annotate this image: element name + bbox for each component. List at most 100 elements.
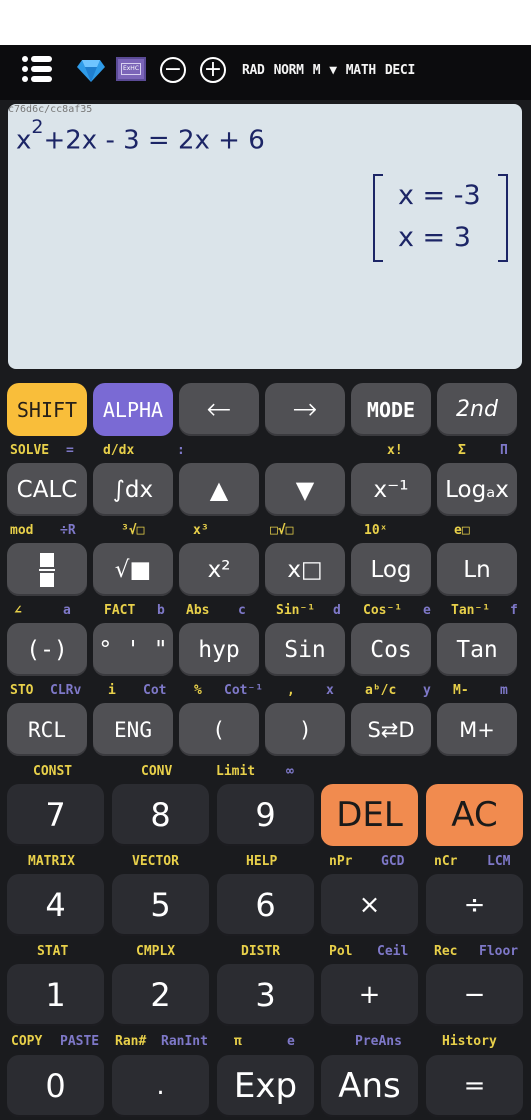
key-label: hyp bbox=[198, 636, 240, 663]
multiply-key[interactable]: × bbox=[321, 874, 418, 936]
key-label: Ln bbox=[463, 556, 491, 583]
x-key[interactable]: x² bbox=[179, 543, 259, 596]
sin-key[interactable]: Sin bbox=[265, 623, 345, 676]
tan-key[interactable]: Tan bbox=[437, 623, 517, 676]
zoom-out-icon[interactable]: − bbox=[160, 57, 186, 83]
symbol-key[interactable]: √■ bbox=[93, 543, 173, 596]
digit-6-key[interactable]: 6 bbox=[217, 874, 314, 936]
digit-8-key[interactable]: 8 bbox=[112, 784, 209, 846]
zoom-in-icon[interactable]: + bbox=[200, 57, 226, 83]
alpha-key[interactable]: ALPHA bbox=[93, 383, 173, 436]
eng-key[interactable]: ENG bbox=[93, 703, 173, 756]
calc-key[interactable]: CALC bbox=[7, 463, 87, 516]
key-label: ENG bbox=[114, 717, 152, 742]
decimal-point-key[interactable]: . bbox=[112, 1055, 209, 1117]
key-label: − bbox=[463, 980, 486, 1010]
key-label: ( bbox=[214, 717, 224, 742]
rcl-key[interactable]: RCL bbox=[7, 703, 87, 756]
left-bracket bbox=[373, 174, 383, 262]
minus-key[interactable]: − bbox=[426, 964, 523, 1026]
key-label: Cos bbox=[370, 636, 412, 663]
secondary-function-matrix: MATRIX bbox=[28, 854, 75, 869]
expression-exponent: 2 bbox=[31, 116, 44, 138]
input-expression: x2+2x - 3 = 2x + 6 bbox=[16, 116, 265, 156]
digit-2-key[interactable]: 2 bbox=[112, 964, 209, 1026]
cursor-down-key[interactable]: ▼ bbox=[265, 463, 345, 516]
key-label: Exp bbox=[233, 1066, 298, 1106]
hyp-key[interactable]: hyp bbox=[179, 623, 259, 676]
secondary-function-history: History bbox=[442, 1034, 497, 1049]
shift-key[interactable]: SHIFT bbox=[7, 383, 87, 436]
secondary-function-sin: Sin⁻¹ bbox=[276, 603, 316, 618]
key-label: Ans bbox=[338, 1066, 401, 1106]
secondary-function-r: ÷R bbox=[60, 523, 76, 538]
key-label: 6 bbox=[255, 886, 276, 924]
log-x-key[interactable]: Logₐx bbox=[437, 463, 517, 516]
divide-key[interactable]: ÷ bbox=[426, 874, 523, 936]
mode-key[interactable]: MODE bbox=[351, 383, 431, 436]
symbol-key[interactable]: (-) bbox=[7, 623, 87, 676]
second-function-key[interactable]: 2nd bbox=[437, 383, 517, 436]
key-label: Logₐx bbox=[445, 476, 509, 503]
cursor-up-key[interactable]: ▲ bbox=[179, 463, 259, 516]
s-d-key[interactable]: S⇄D bbox=[351, 703, 431, 756]
ac-key[interactable]: AC bbox=[426, 784, 523, 846]
menu-icon[interactable] bbox=[22, 54, 52, 84]
secondary-function-mod: mod bbox=[10, 523, 34, 538]
plus-key[interactable]: + bbox=[321, 964, 418, 1026]
dx-key[interactable]: ∫dx bbox=[93, 463, 173, 516]
digit-7-key[interactable]: 7 bbox=[7, 784, 104, 846]
del-key[interactable]: DEL bbox=[321, 784, 418, 846]
cursor-right-key[interactable]: → bbox=[265, 383, 345, 436]
x-key[interactable]: x⁻¹ bbox=[351, 463, 431, 516]
digit-0-key[interactable]: 0 bbox=[7, 1055, 104, 1117]
secondary-function-copy: COPY bbox=[11, 1034, 43, 1049]
key-label: Log bbox=[370, 556, 412, 583]
mode-indicators: RAD NORM M ▼ MATH DECI bbox=[242, 63, 424, 78]
excalc-icon[interactable]: ExHC bbox=[116, 57, 146, 81]
symbol-key[interactable]: ° ' " bbox=[93, 623, 173, 676]
secondary-function-vector: VECTOR bbox=[132, 854, 179, 869]
secondary-function-npr: nPr bbox=[329, 854, 353, 869]
key-label: 9 bbox=[255, 796, 276, 834]
ans-key[interactable]: Ans bbox=[321, 1055, 418, 1117]
key-label: SHIFT bbox=[16, 397, 78, 422]
key-label: ° ' " bbox=[98, 636, 168, 663]
key-label: ÷ bbox=[463, 890, 486, 920]
secondary-function-gcd: GCD bbox=[381, 854, 405, 869]
calculator-display[interactable]: c76d6c/cc8af35 x2+2x - 3 = 2x + 6 x = -3… bbox=[8, 104, 522, 369]
key-label: 2 bbox=[150, 976, 171, 1014]
fraction-key[interactable] bbox=[7, 543, 87, 596]
arrow-right-icon: → bbox=[292, 392, 318, 427]
digit-9-key[interactable]: 9 bbox=[217, 784, 314, 846]
secondary-function-ceil: Ceil bbox=[377, 944, 409, 959]
key-label: MODE bbox=[366, 397, 416, 422]
digit-3-key[interactable]: 3 bbox=[217, 964, 314, 1026]
digit-1-key[interactable]: 1 bbox=[7, 964, 104, 1026]
key-label: 0 bbox=[45, 1067, 66, 1105]
ln-key[interactable]: Ln bbox=[437, 543, 517, 596]
cursor-left-key[interactable]: ← bbox=[179, 383, 259, 436]
diamond-icon[interactable] bbox=[77, 58, 105, 82]
log-key[interactable]: Log bbox=[351, 543, 431, 596]
secondary-function-cot: Cot⁻¹ bbox=[224, 683, 264, 698]
secondary-function-symbol: □√□ bbox=[270, 523, 294, 538]
x-key[interactable]: x□ bbox=[265, 543, 345, 596]
key-label: 5 bbox=[150, 886, 171, 924]
equals-key[interactable]: = bbox=[426, 1055, 523, 1117]
cos-key[interactable]: Cos bbox=[351, 623, 431, 676]
secondary-function-symbol: Σ bbox=[458, 443, 466, 458]
secondary-function-tan: Tan⁻¹ bbox=[451, 603, 491, 618]
key-label: 4 bbox=[45, 886, 66, 924]
m-key[interactable]: M+ bbox=[437, 703, 517, 756]
secondary-function-e: e□ bbox=[454, 523, 470, 538]
digit-4-key[interactable]: 4 bbox=[7, 874, 104, 936]
digit-5-key[interactable]: 5 bbox=[112, 874, 209, 936]
fraction-icon bbox=[39, 552, 55, 587]
symbol-key[interactable]: ) bbox=[265, 703, 345, 756]
symbol-key[interactable]: ( bbox=[179, 703, 259, 756]
secondary-function-rec: Rec bbox=[434, 944, 458, 959]
arrow-left-icon: ← bbox=[206, 392, 232, 427]
exp-key[interactable]: Exp bbox=[217, 1055, 314, 1117]
key-label: 1 bbox=[45, 976, 66, 1014]
